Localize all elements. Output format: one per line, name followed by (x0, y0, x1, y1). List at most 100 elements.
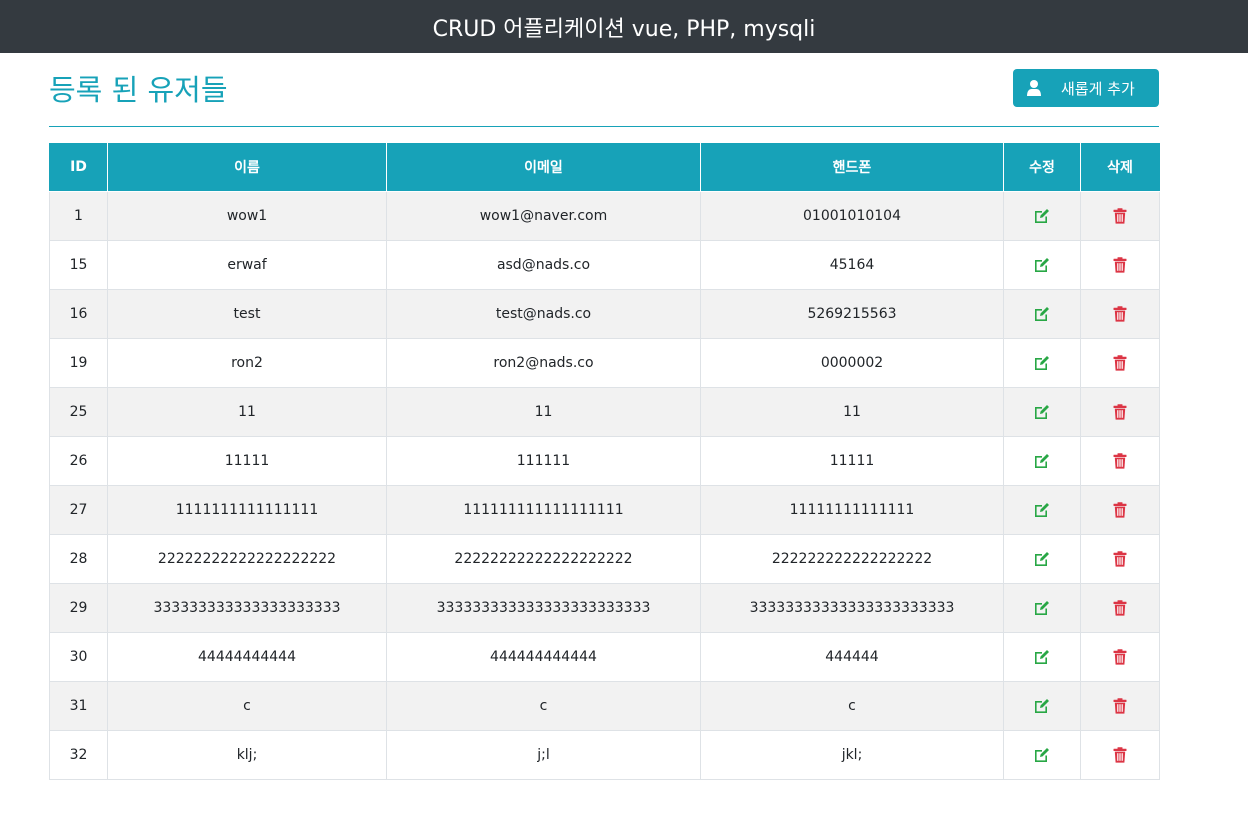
edit-icon[interactable] (1033, 599, 1051, 617)
cell-phone: 33333333333333333333333 (700, 583, 1004, 633)
trash-icon[interactable] (1111, 354, 1129, 372)
trash-icon[interactable] (1111, 697, 1129, 715)
edit-icon[interactable] (1033, 305, 1051, 323)
cell-email: 444444444444 (386, 632, 701, 682)
table-row: 16 test test@nads.co 5269215563 (49, 289, 1160, 339)
edit-user-button[interactable] (1003, 240, 1081, 290)
edit-user-button[interactable] (1003, 191, 1081, 241)
edit-user-button[interactable] (1003, 583, 1081, 633)
edit-user-button[interactable] (1003, 289, 1081, 339)
cell-name: wow1 (107, 191, 387, 241)
delete-user-button[interactable] (1080, 240, 1160, 290)
edit-icon[interactable] (1033, 256, 1051, 274)
delete-user-button[interactable] (1080, 485, 1160, 535)
trash-icon[interactable] (1111, 648, 1129, 666)
cell-phone: 11111111111111 (700, 485, 1004, 535)
edit-icon[interactable] (1033, 648, 1051, 666)
cell-id: 26 (49, 436, 108, 486)
edit-user-button[interactable] (1003, 387, 1081, 437)
table-row: 30 44444444444 444444444444 444444 (49, 632, 1160, 682)
cell-name: c (107, 681, 387, 731)
edit-user-button[interactable] (1003, 534, 1081, 584)
cell-name: 1111111111111111 (107, 485, 387, 535)
edit-icon[interactable] (1033, 452, 1051, 470)
trash-icon[interactable] (1111, 501, 1129, 519)
trash-icon[interactable] (1111, 207, 1129, 225)
edit-user-button[interactable] (1003, 632, 1081, 682)
users-table: ID 이름 이메일 핸드폰 수정 삭제 1 wow1 wow1@naver.com 0… (49, 143, 1160, 780)
table-row: 31 c c c (49, 681, 1160, 731)
table-row: 1 wow1 wow1@naver.com 01001010104 (49, 191, 1160, 241)
cell-phone: 5269215563 (700, 289, 1004, 339)
cell-email: asd@nads.co (386, 240, 701, 290)
edit-icon[interactable] (1033, 207, 1051, 225)
cell-email: 22222222222222222222 (386, 534, 701, 584)
edit-icon[interactable] (1033, 354, 1051, 372)
table-row: 26 11111 111111 11111 (49, 436, 1160, 486)
cell-name: ron2 (107, 338, 387, 388)
cell-email: 333333333333333333333333 (386, 583, 701, 633)
column-header-name: 이름 (107, 143, 387, 192)
top-navbar: CRUD 어플리케이션 vue, PHP, mysqli (0, 0, 1248, 53)
cell-id: 30 (49, 632, 108, 682)
column-header-phone: 핸드폰 (700, 143, 1004, 192)
delete-user-button[interactable] (1080, 338, 1160, 388)
cell-phone: 01001010104 (700, 191, 1004, 241)
cell-email: 111111 (386, 436, 701, 486)
edit-user-button[interactable] (1003, 338, 1081, 388)
table-row: 28 22222222222222222222 222222222222222222… (49, 534, 1160, 584)
cell-phone: 11111 (700, 436, 1004, 486)
cell-name: 11 (107, 387, 387, 437)
edit-icon[interactable] (1033, 697, 1051, 715)
cell-phone: 222222222222222222 (700, 534, 1004, 584)
cell-id: 16 (49, 289, 108, 339)
add-button-label: 새롭게 추가 (1061, 79, 1135, 98)
page-title: 등록 된 유저들 (49, 73, 228, 107)
delete-user-button[interactable] (1080, 681, 1160, 731)
cell-name: 11111 (107, 436, 387, 486)
cell-name: 22222222222222222222 (107, 534, 387, 584)
edit-icon[interactable] (1033, 403, 1051, 421)
cell-id: 27 (49, 485, 108, 535)
delete-user-button[interactable] (1080, 191, 1160, 241)
cell-phone: 0000002 (700, 338, 1004, 388)
trash-icon[interactable] (1111, 256, 1129, 274)
delete-user-button[interactable] (1080, 534, 1160, 584)
cell-email: ron2@nads.co (386, 338, 701, 388)
delete-user-button[interactable] (1080, 632, 1160, 682)
cell-email: 11 (386, 387, 701, 437)
cell-id: 32 (49, 730, 108, 780)
delete-user-button[interactable] (1080, 289, 1160, 339)
cell-name: 44444444444 (107, 632, 387, 682)
table-row: 27 1111111111111111 111111111111111111 1111… (49, 485, 1160, 535)
delete-user-button[interactable] (1080, 730, 1160, 780)
cell-phone: c (700, 681, 1004, 731)
trash-icon[interactable] (1111, 403, 1129, 421)
column-header-email: 이메일 (386, 143, 701, 192)
add-new-user-button[interactable]: 새롭게 추가 (1013, 69, 1159, 107)
trash-icon[interactable] (1111, 599, 1129, 617)
trash-icon[interactable] (1111, 550, 1129, 568)
cell-name: erwaf (107, 240, 387, 290)
delete-user-button[interactable] (1080, 436, 1160, 486)
edit-icon[interactable] (1033, 550, 1051, 568)
cell-phone: 444444 (700, 632, 1004, 682)
cell-name: 333333333333333333333 (107, 583, 387, 633)
table-row: 32 klj; j;l jkl; (49, 730, 1160, 780)
edit-icon[interactable] (1033, 746, 1051, 764)
table-row: 25 11 11 11 (49, 387, 1160, 437)
table-row: 15 erwaf asd@nads.co 45164 (49, 240, 1160, 290)
cell-phone: 45164 (700, 240, 1004, 290)
edit-user-button[interactable] (1003, 485, 1081, 535)
edit-user-button[interactable] (1003, 436, 1081, 486)
delete-user-button[interactable] (1080, 387, 1160, 437)
trash-icon[interactable] (1111, 452, 1129, 470)
trash-icon[interactable] (1111, 746, 1129, 764)
delete-user-button[interactable] (1080, 583, 1160, 633)
edit-user-button[interactable] (1003, 681, 1081, 731)
cell-email: c (386, 681, 701, 731)
edit-user-button[interactable] (1003, 730, 1081, 780)
trash-icon[interactable] (1111, 305, 1129, 323)
edit-icon[interactable] (1033, 501, 1051, 519)
column-header-id: ID (49, 143, 108, 192)
